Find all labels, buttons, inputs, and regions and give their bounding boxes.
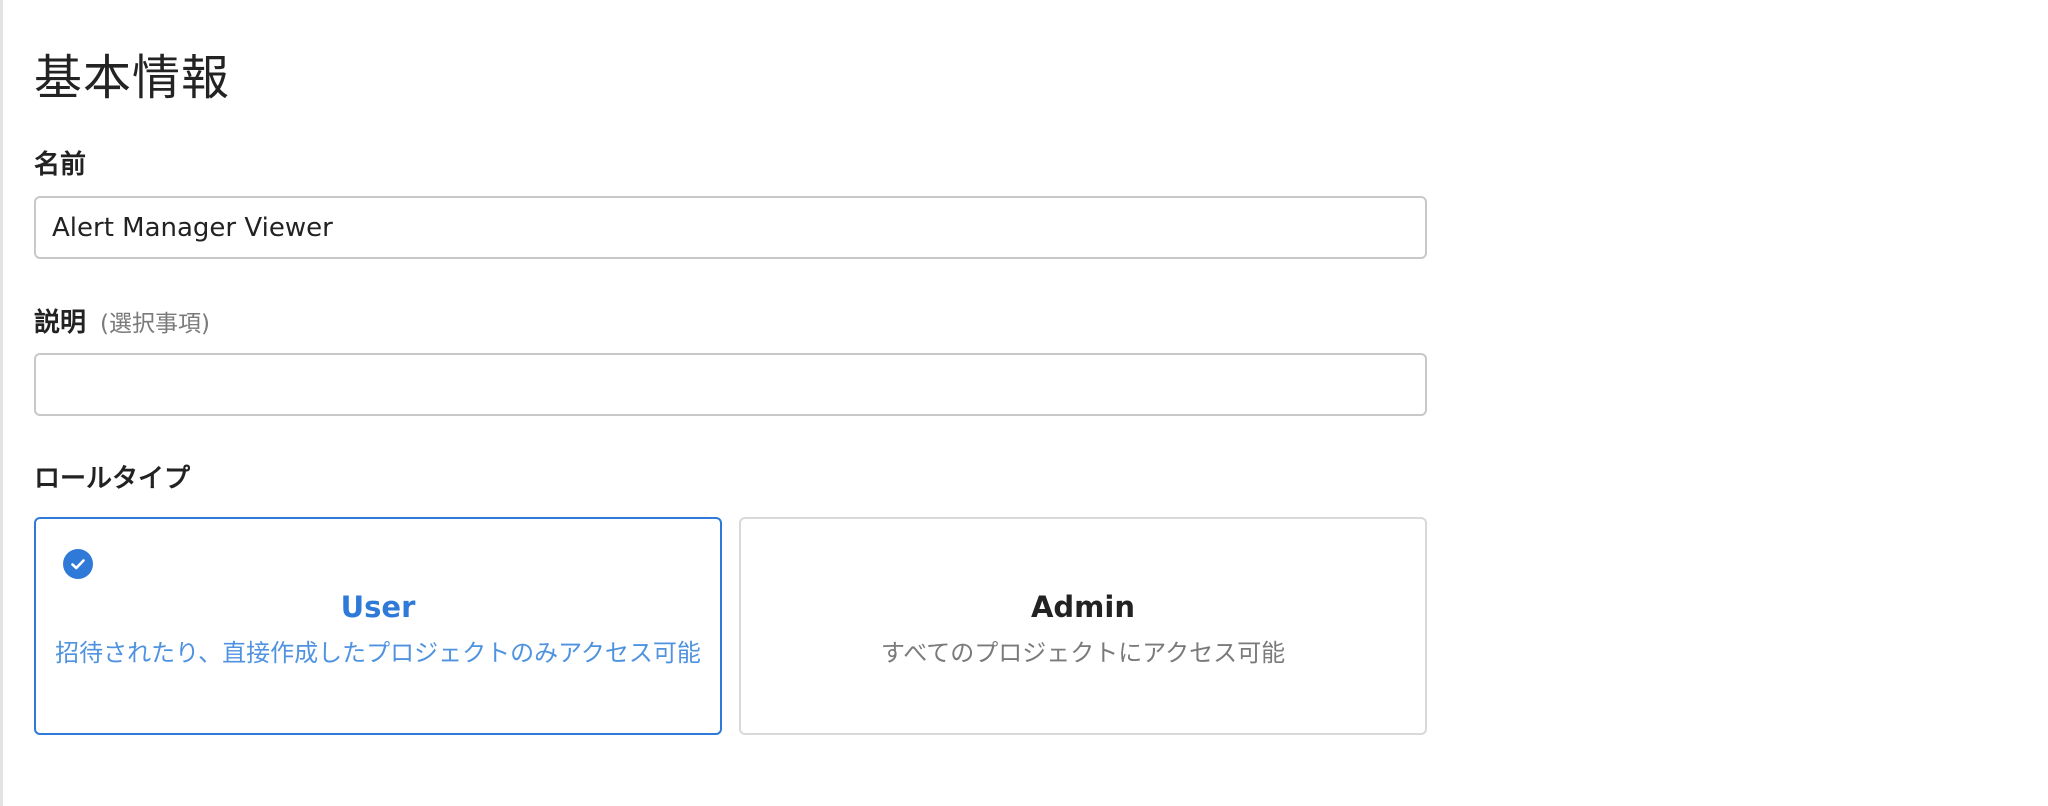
check-circle-icon (63, 549, 93, 579)
role-option-user-name: User (340, 590, 416, 624)
left-border (0, 0, 3, 806)
section-title: 基本情報 (34, 50, 231, 106)
role-option-admin[interactable]: Admin すべてのプロジェクトにアクセス可能 (739, 517, 1427, 735)
role-type-label: ロールタイプ (34, 464, 191, 494)
name-label: 名前 (34, 150, 87, 180)
role-option-admin-name: Admin (1030, 590, 1135, 624)
role-option-admin-description: すべてのプロジェクトにアクセス可能 (880, 639, 1286, 667)
optional-note: (選択事項) (100, 311, 210, 337)
description-label: 説明 (34, 308, 87, 338)
name-input[interactable] (34, 196, 1427, 259)
role-option-user-description: 招待されたり、直接作成したプロジェクトのみアクセス可能 (55, 639, 701, 667)
description-label-row: 説明 (選択事項) (34, 307, 210, 340)
role-option-user[interactable]: User 招待されたり、直接作成したプロジェクトのみアクセス可能 (34, 517, 722, 735)
description-input[interactable] (34, 353, 1427, 416)
